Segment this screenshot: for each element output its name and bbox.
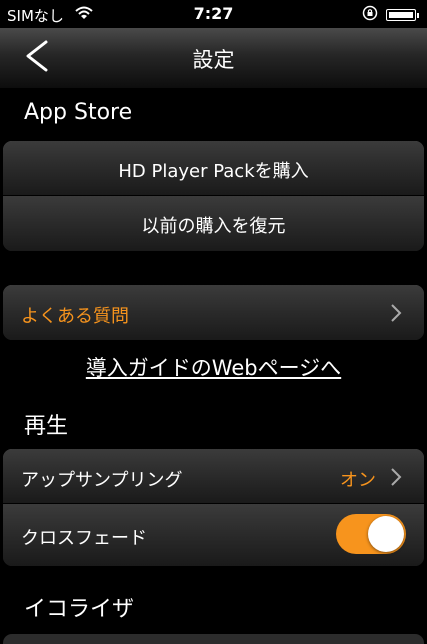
playback-group: アップサンプリング オン クロスフェード [3,449,424,566]
navigation-bar: 設定 [0,28,427,88]
page-title: 設定 [192,48,235,72]
chevron-right-icon [391,304,402,322]
equalizer-group-edge [3,634,424,644]
section-header-equalizer: イコライザ [24,597,135,622]
upsampling-row[interactable]: アップサンプリング オン [3,449,424,504]
rotation-lock-icon [362,5,378,25]
toggle-knob [368,516,404,552]
faq-group: よくある質問 [3,285,424,340]
chevron-right-icon [391,468,402,486]
guide-web-link[interactable]: 導入ガイドのWebページへ [0,352,427,382]
upsampling-value: オン [340,470,376,491]
crossfade-toggle[interactable] [336,514,406,554]
battery-icon [386,9,419,21]
appstore-group: HD Player Packを購入 以前の購入を復元 [3,141,424,251]
faq-label: よくある質問 [21,306,129,327]
crossfade-row: クロスフェード [3,504,424,566]
section-header-appstore: App Store [24,100,133,125]
status-bar: SIMなし 7:27 [0,0,427,28]
crossfade-label: クロスフェード [21,528,147,549]
restore-purchases-button[interactable]: 以前の購入を復元 [3,196,424,251]
upsampling-label: アップサンプリング [21,470,183,491]
section-header-playback: 再生 [24,414,69,439]
restore-label: 以前の購入を復元 [141,216,286,237]
buy-hd-player-pack-button[interactable]: HD Player Packを購入 [3,141,424,196]
faq-row[interactable]: よくある質問 [3,285,424,340]
buy-label: HD Player Packを購入 [118,161,309,182]
